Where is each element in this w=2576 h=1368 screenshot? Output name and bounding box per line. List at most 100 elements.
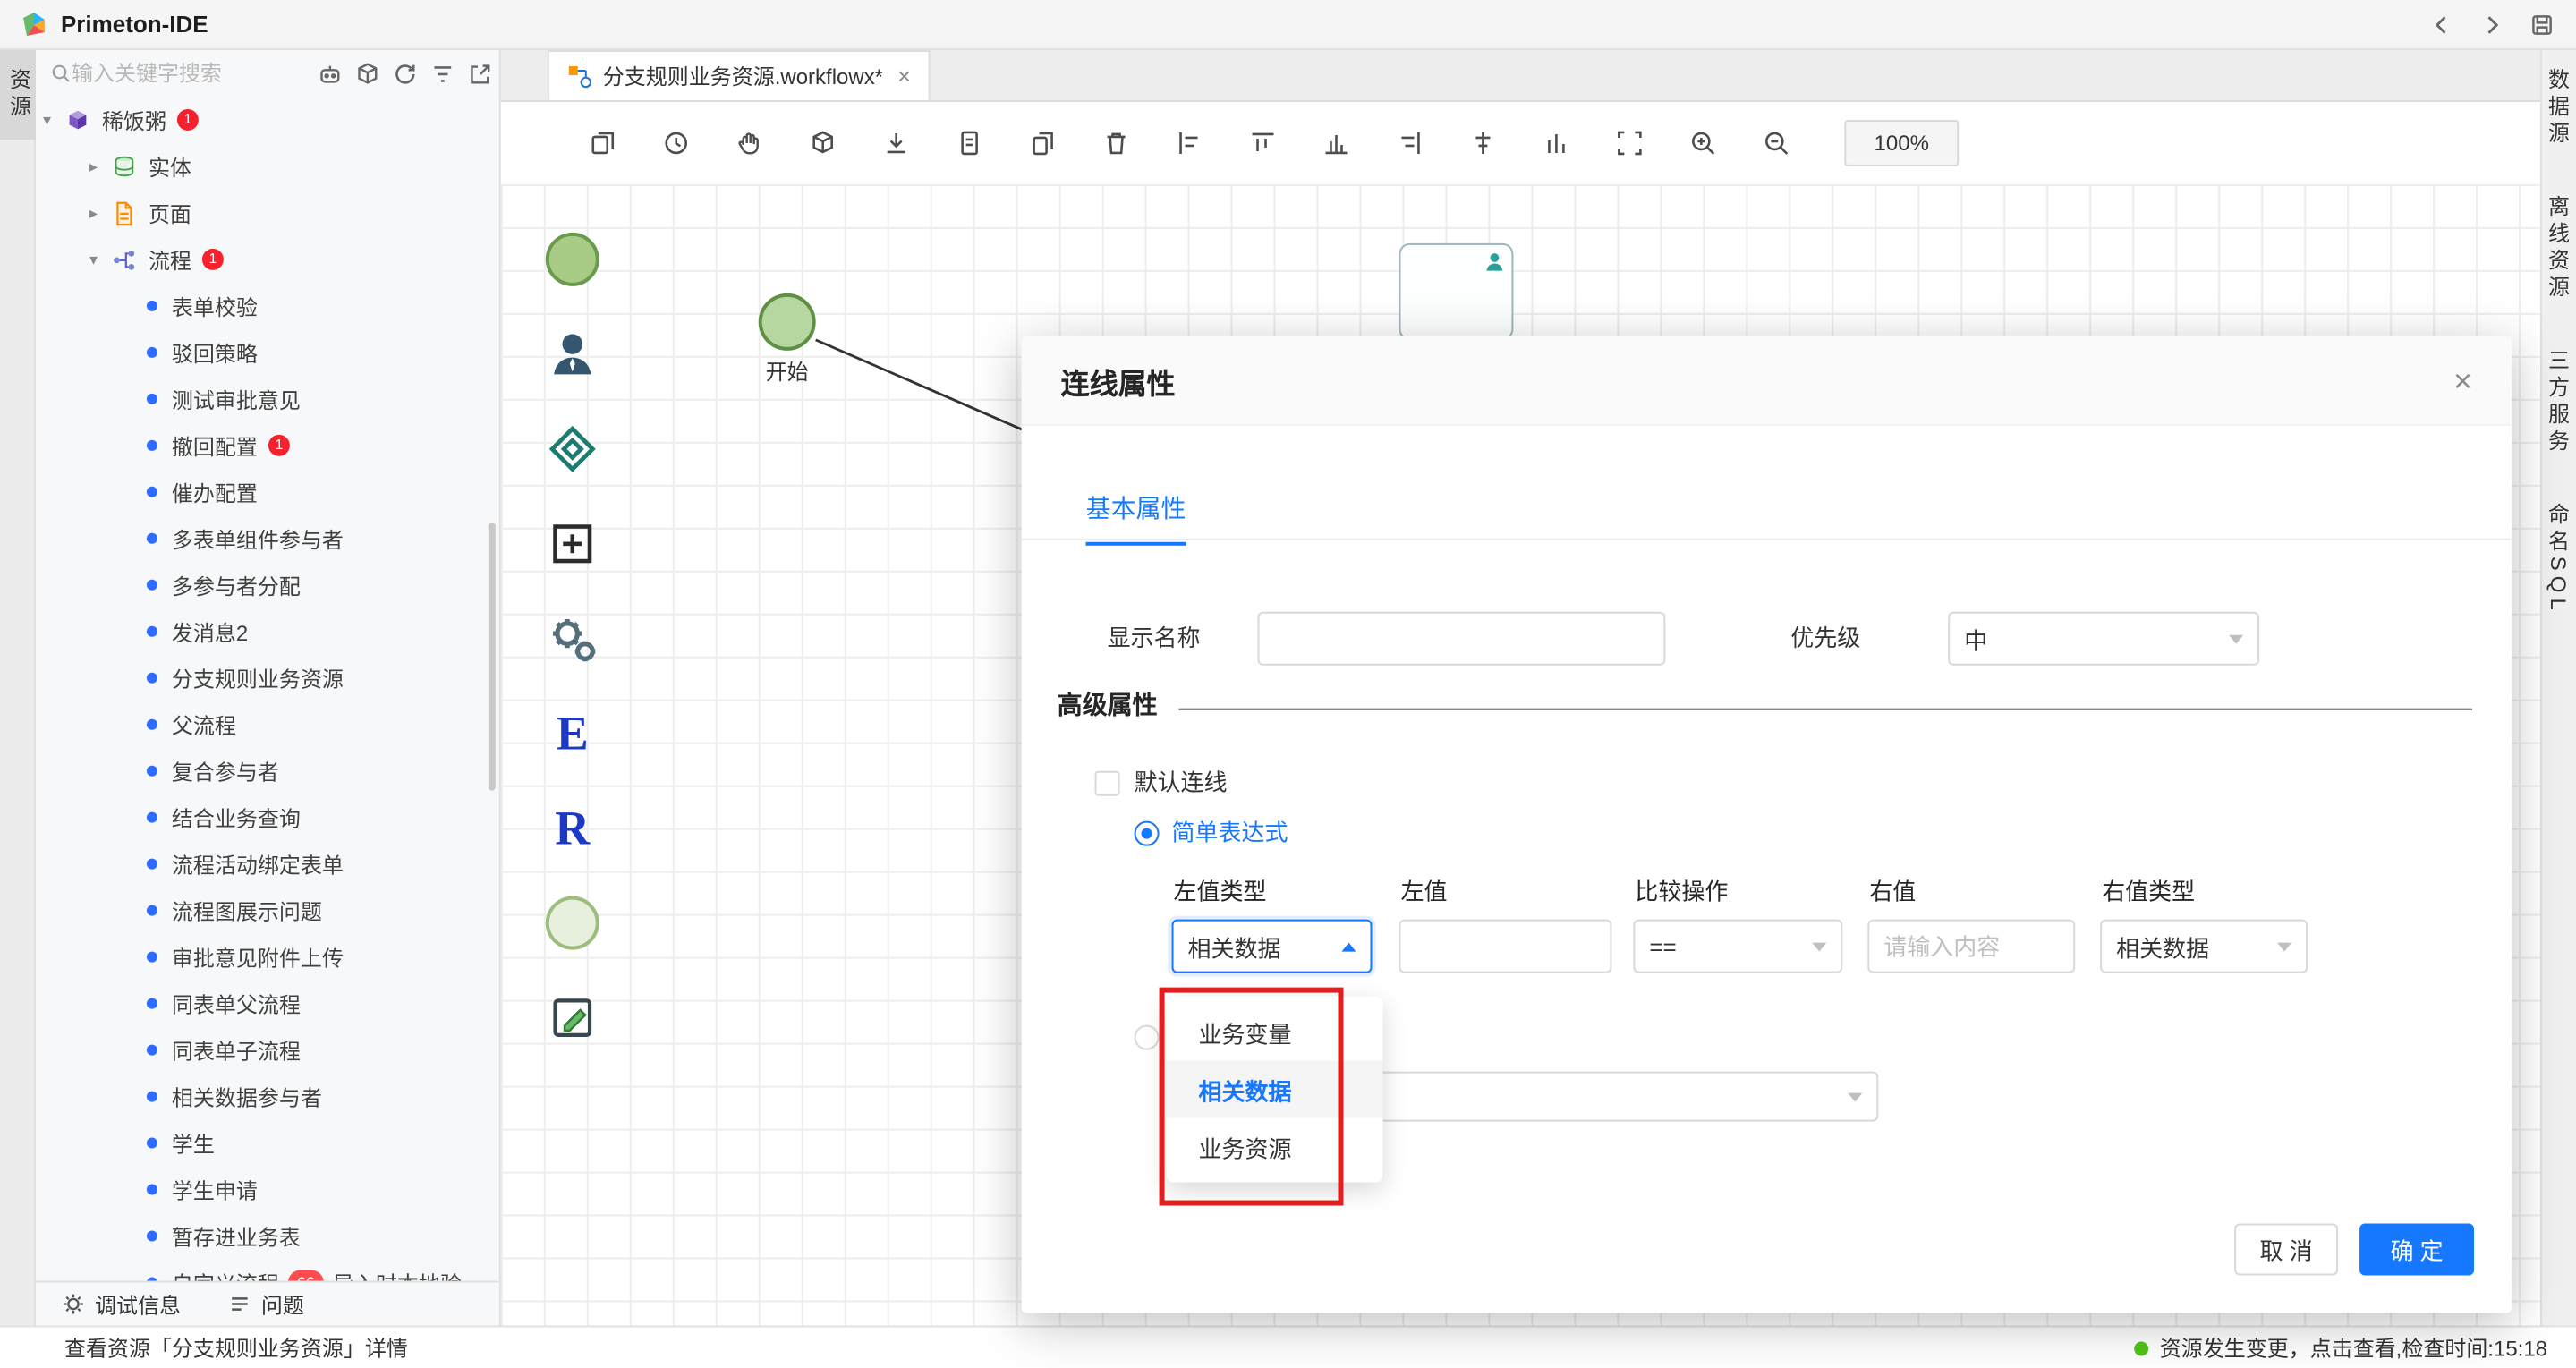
tree-item[interactable]: 多表单组件参与者 — [36, 515, 499, 562]
cancel-button[interactable]: 取 消 — [2234, 1223, 2339, 1276]
tree-item[interactable]: 学生申请 — [36, 1167, 499, 1213]
tree-item[interactable]: 表单校验 — [36, 283, 499, 329]
complex-expression-radio[interactable] — [1134, 1024, 1160, 1050]
delete-icon[interactable] — [1101, 128, 1131, 158]
tree-item[interactable]: 撤回配置 1 — [36, 422, 499, 469]
dock-tab-datasource[interactable]: 数据源 — [2544, 68, 2574, 149]
tree-item[interactable]: 测试审批意见 — [36, 376, 499, 422]
caret-down-icon[interactable]: ▾ — [43, 110, 64, 130]
debug-info-button[interactable]: 调试信息 — [61, 1289, 181, 1320]
search-input[interactable] — [71, 60, 283, 86]
tree-item[interactable]: 同表单子流程 — [36, 1027, 499, 1074]
tab-basic-properties[interactable]: 基本属性 — [1085, 490, 1186, 546]
tree-group-pages[interactable]: ▸ 页面 — [36, 190, 499, 236]
simple-expression-radio[interactable] — [1134, 820, 1160, 846]
tree-item[interactable]: 发消息2 — [36, 608, 499, 655]
bullet-icon — [146, 811, 157, 823]
tree-item[interactable]: 复合参与者 — [36, 748, 499, 794]
palette-start-event[interactable] — [537, 224, 608, 295]
dropdown-option-related-data[interactable]: 相关数据 — [1166, 1060, 1383, 1118]
tree-group-processes[interactable]: ▾ 流程 1 — [36, 236, 499, 283]
palette-settings-gears[interactable] — [537, 603, 608, 675]
palette-add-node[interactable] — [537, 508, 608, 580]
chevron-left-icon[interactable] — [2426, 8, 2458, 40]
align-left-icon[interactable] — [1174, 128, 1204, 158]
tree-item[interactable]: 流程图展示问题 — [36, 888, 499, 934]
tree-item[interactable]: 父流程 — [36, 701, 499, 748]
start-node[interactable] — [758, 293, 816, 351]
pan-hand-icon[interactable] — [734, 128, 764, 158]
close-icon[interactable]: × — [2453, 364, 2472, 396]
caret-right-icon[interactable]: ▸ — [89, 203, 111, 223]
status-bar: 查看资源「分支规则业务资源」详情 资源发生变更，点击查看,检查时间:15:18 — [0, 1325, 2576, 1368]
caret-right-icon[interactable]: ▸ — [89, 157, 111, 176]
status-right[interactable]: 资源发生变更，点击查看,检查时间:15:18 — [2134, 1332, 2547, 1363]
dock-tab-named-sql[interactable]: 命名SQL — [2544, 503, 2574, 616]
problems-button[interactable]: 问题 — [227, 1289, 304, 1320]
tree-item[interactable]: 驳回策略 — [36, 329, 499, 376]
tree-item[interactable]: 结合业务查询 — [36, 794, 499, 841]
bar-chart-icon[interactable] — [1540, 128, 1570, 158]
palette-end-event[interactable] — [537, 888, 608, 959]
caret-down-icon[interactable]: ▾ — [89, 250, 111, 269]
compare-op-select[interactable]: == — [1633, 919, 1843, 973]
tree-item[interactable]: 学生 — [36, 1120, 499, 1167]
fit-screen-icon[interactable] — [1613, 128, 1644, 158]
editor-tab-workflow[interactable]: 分支规则业务资源.workflowx* × — [547, 49, 931, 100]
dropdown-option-business-variable[interactable]: 业务变量 — [1167, 1004, 1383, 1061]
document-icon[interactable] — [954, 128, 984, 158]
filter-icon[interactable] — [428, 59, 456, 88]
package-icon[interactable] — [353, 59, 381, 88]
palette-rule-r[interactable]: R — [537, 793, 608, 864]
chevron-right-icon[interactable] — [2476, 8, 2508, 40]
right-value-input[interactable] — [1867, 919, 2076, 973]
task-node[interactable] — [1399, 242, 1514, 340]
history-icon[interactable] — [660, 128, 691, 158]
download-icon[interactable] — [880, 128, 911, 158]
duplicate-icon[interactable] — [1027, 128, 1058, 158]
sidebar-scrollbar[interactable] — [488, 522, 496, 791]
tree-item-partial[interactable]: 自定义流程66导入时本地验 — [36, 1260, 499, 1281]
zoom-in-icon[interactable] — [1687, 128, 1717, 158]
default-line-checkbox[interactable] — [1094, 770, 1120, 796]
right-type-select[interactable]: 相关数据 — [2100, 919, 2308, 973]
package-deploy-icon[interactable] — [807, 128, 837, 158]
tree-item[interactable]: 流程活动绑定表单 — [36, 841, 499, 888]
ai-assistant-icon[interactable] — [315, 59, 344, 88]
confirm-button[interactable]: 确 定 — [2359, 1223, 2475, 1276]
palette-gateway[interactable] — [537, 413, 608, 485]
zoom-out-icon[interactable] — [1760, 128, 1790, 158]
display-name-input[interactable] — [1257, 611, 1666, 666]
tree-item[interactable]: 暂存进业务表 — [36, 1213, 499, 1260]
dock-tab-resources[interactable]: 资源 — [0, 49, 36, 140]
tree-group-entities[interactable]: ▸ 实体 — [36, 143, 499, 190]
refresh-icon[interactable] — [390, 59, 419, 88]
palette-note-edit[interactable] — [537, 982, 608, 1054]
tree-node-root[interactable]: ▾ 稀饭粥 1 — [36, 97, 499, 143]
restore-window-icon[interactable] — [2526, 8, 2558, 40]
copy-icon[interactable] — [587, 128, 617, 158]
align-top-icon[interactable] — [1247, 128, 1278, 158]
distribute-vertical-icon[interactable] — [1320, 128, 1350, 158]
zoom-level[interactable]: 100% — [1844, 119, 1960, 166]
tree-item[interactable]: 相关数据参与者 — [36, 1074, 499, 1120]
close-tab-icon[interactable]: × — [897, 63, 911, 89]
tree-item[interactable]: 审批意见附件上传 — [36, 934, 499, 981]
column-left-value: 左值 — [1400, 878, 1448, 905]
open-external-icon[interactable] — [465, 59, 494, 88]
tree-item[interactable]: 催办配置 — [36, 469, 499, 515]
search-box[interactable] — [42, 53, 301, 93]
tree-item[interactable]: 多参与者分配 — [36, 562, 499, 608]
dropdown-option-business-resource[interactable]: 业务资源 — [1167, 1118, 1383, 1176]
palette-approver-task[interactable] — [537, 319, 608, 390]
left-value-input[interactable] — [1399, 919, 1612, 973]
dock-tab-thirdparty-services[interactable]: 三方服务 — [2544, 349, 2574, 456]
align-center-icon[interactable] — [1467, 128, 1497, 158]
priority-select[interactable]: 中 — [1948, 611, 2260, 666]
palette-entity-e[interactable]: E — [537, 698, 608, 769]
tree-item[interactable]: 同表单父流程 — [36, 981, 499, 1027]
dock-tab-offline-resources[interactable]: 离线资源 — [2544, 195, 2574, 302]
align-right-icon[interactable] — [1393, 128, 1424, 158]
tree-item[interactable]: 分支规则业务资源 — [36, 655, 499, 701]
left-type-select[interactable]: 相关数据 — [1171, 919, 1373, 973]
